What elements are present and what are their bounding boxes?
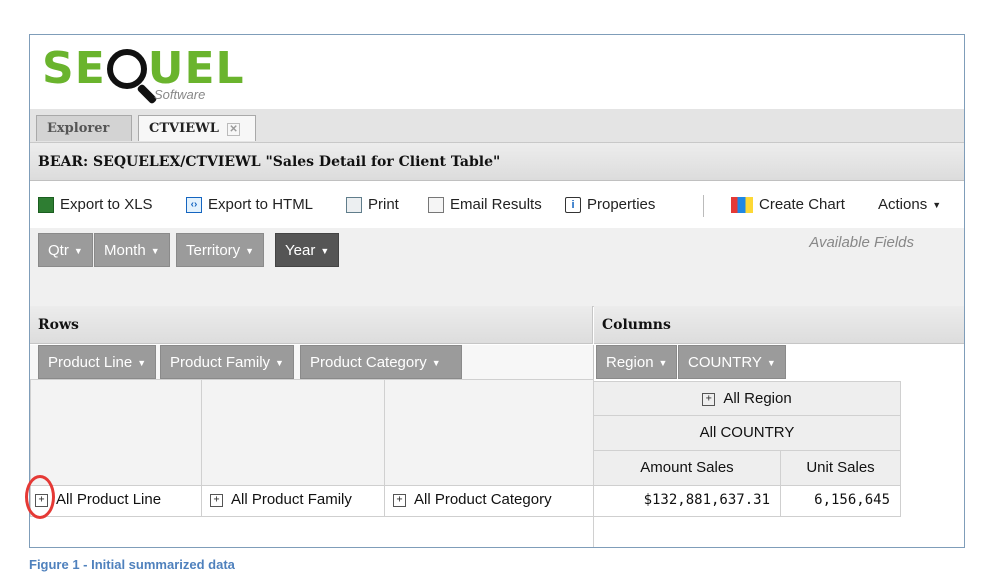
available-fields-area: Qtr ▼ Month ▼ Territory ▼ Year ▼ Available F…: [30, 228, 964, 307]
row-pill-product-line[interactable]: Product Line ▼: [38, 345, 157, 379]
col-pill-region[interactable]: Region ▼: [596, 345, 678, 379]
amount-sales-header: Amount Sales: [593, 450, 781, 486]
chevron-down-icon: ▼: [275, 358, 284, 369]
field-pill-label: Month: [104, 242, 146, 259]
chevron-down-icon: ▼: [431, 358, 441, 369]
printer-icon: [346, 196, 362, 213]
expand-icon[interactable]: +: [393, 493, 406, 507]
close-icon[interactable]: ✕: [227, 123, 240, 136]
actions-label: Actions: [878, 196, 928, 213]
row-header-blank-3: [384, 379, 594, 486]
rows-drop-zone[interactable]: Product Line ▼ Product Family ▼ Product Ca…: [30, 345, 594, 379]
tab-ctviewl[interactable]: CTVIEWL ✕: [138, 115, 256, 141]
available-fields-label: Available Fields: [809, 234, 914, 251]
chevron-down-icon: ▼: [658, 358, 668, 369]
amount-sales-cell: $132,881,637.31: [593, 485, 781, 517]
tab-explorer[interactable]: Explorer: [36, 115, 132, 141]
field-pill-territory[interactable]: Territory ▼: [176, 233, 265, 267]
chevron-down-icon: ▼: [320, 246, 330, 257]
logo-area: SE UEL Software: [30, 35, 964, 109]
grid-divider: [593, 516, 594, 547]
row-pill-product-family[interactable]: Product Family ▼: [160, 345, 294, 379]
email-results-label: Email Results: [450, 196, 542, 213]
figure-caption: Figure 1 - Initial summarized data: [29, 557, 235, 572]
field-pill-label: Year: [285, 242, 316, 259]
expand-icon[interactable]: +: [210, 493, 223, 507]
row-header-blank-1: [30, 379, 202, 486]
tab-bar: Explorer CTVIEWL ✕: [30, 109, 964, 143]
field-pill-month[interactable]: Month ▼: [94, 233, 170, 267]
bar-chart-icon: [731, 196, 753, 213]
columns-drop-zone[interactable]: Region ▼ COUNTRY ▼: [594, 345, 964, 379]
export-xls-button[interactable]: Export to XLS: [38, 196, 153, 213]
region-header-label: All Region: [723, 390, 792, 407]
row-product-family[interactable]: + All Product Family: [201, 485, 385, 517]
product-line-label: All Product Line: [56, 491, 162, 508]
toolbar-divider: [703, 195, 704, 217]
app-window: SE UEL Software Explorer CTVIEWL ✕ BEAR: …: [29, 34, 965, 548]
sequel-logo: SE UEL: [42, 43, 245, 94]
row-pill-label: Product Category: [310, 354, 427, 371]
export-html-button[interactable]: ‹› Export to HTML: [186, 196, 313, 213]
chevron-down-icon: ▼: [245, 246, 255, 257]
chevron-down-icon: ▼: [137, 358, 147, 369]
row-product-line[interactable]: + All Product Line: [30, 485, 202, 517]
create-chart-label: Create Chart: [759, 196, 845, 213]
excel-icon: [38, 196, 54, 213]
view-title: BEAR: SEQUELEX/CTVIEWL "Sales Detail for…: [30, 143, 964, 181]
col-pill-label: COUNTRY: [688, 354, 762, 371]
email-results-button[interactable]: Email Results: [428, 196, 542, 213]
html-icon: ‹›: [186, 196, 202, 213]
row-product-category[interactable]: + All Product Category: [384, 485, 594, 517]
country-header: All COUNTRY: [593, 415, 901, 451]
export-xls-label: Export to XLS: [60, 196, 153, 213]
print-button[interactable]: Print: [346, 196, 399, 213]
row-pill-label: Product Line: [48, 354, 133, 371]
chevron-down-icon: ▼: [73, 246, 83, 257]
email-icon: [428, 196, 444, 213]
field-pill-label: Qtr: [48, 242, 69, 259]
field-pill-qtr[interactable]: Qtr ▼: [38, 233, 93, 267]
actions-menu[interactable]: Actions ▼: [878, 196, 941, 213]
create-chart-button[interactable]: Create Chart: [731, 196, 845, 213]
row-pill-label: Product Family: [170, 354, 271, 371]
info-icon: i: [565, 196, 581, 213]
columns-header: Columns: [594, 306, 964, 344]
logo-subtitle: Software: [154, 87, 206, 102]
row-header-blank-2: [201, 379, 385, 486]
highlight-circle: [25, 475, 55, 519]
expand-icon[interactable]: +: [702, 392, 716, 406]
region-header[interactable]: + All Region: [593, 381, 901, 416]
rows-header: Rows: [30, 306, 593, 344]
unit-sales-header: Unit Sales: [780, 450, 901, 486]
col-pill-country[interactable]: COUNTRY ▼: [678, 345, 786, 379]
unit-sales-cell: 6,156,645: [780, 485, 901, 517]
toolbar: Export to XLS ‹› Export to HTML Print Em…: [30, 182, 964, 228]
chevron-down-icon: ▼: [150, 246, 160, 257]
print-label: Print: [368, 196, 399, 213]
field-pill-year[interactable]: Year ▼: [275, 233, 340, 267]
properties-label: Properties: [587, 196, 656, 213]
chevron-down-icon: ▼: [932, 199, 942, 210]
product-category-label: All Product Category: [414, 491, 552, 508]
col-pill-label: Region: [606, 354, 654, 371]
pivot-grid: + All Region All COUNTRY Amount Sales Uni…: [30, 379, 964, 547]
export-html-label: Export to HTML: [208, 196, 314, 213]
row-pill-product-category[interactable]: Product Category ▼: [300, 345, 462, 379]
tab-ctviewl-label: CTVIEWL: [149, 121, 219, 136]
field-pill-label: Territory: [186, 242, 241, 259]
tab-explorer-label: Explorer: [47, 121, 110, 136]
properties-button[interactable]: i Properties: [565, 196, 655, 213]
product-family-label: All Product Family: [231, 491, 352, 508]
chevron-down-icon: ▼: [766, 358, 776, 369]
